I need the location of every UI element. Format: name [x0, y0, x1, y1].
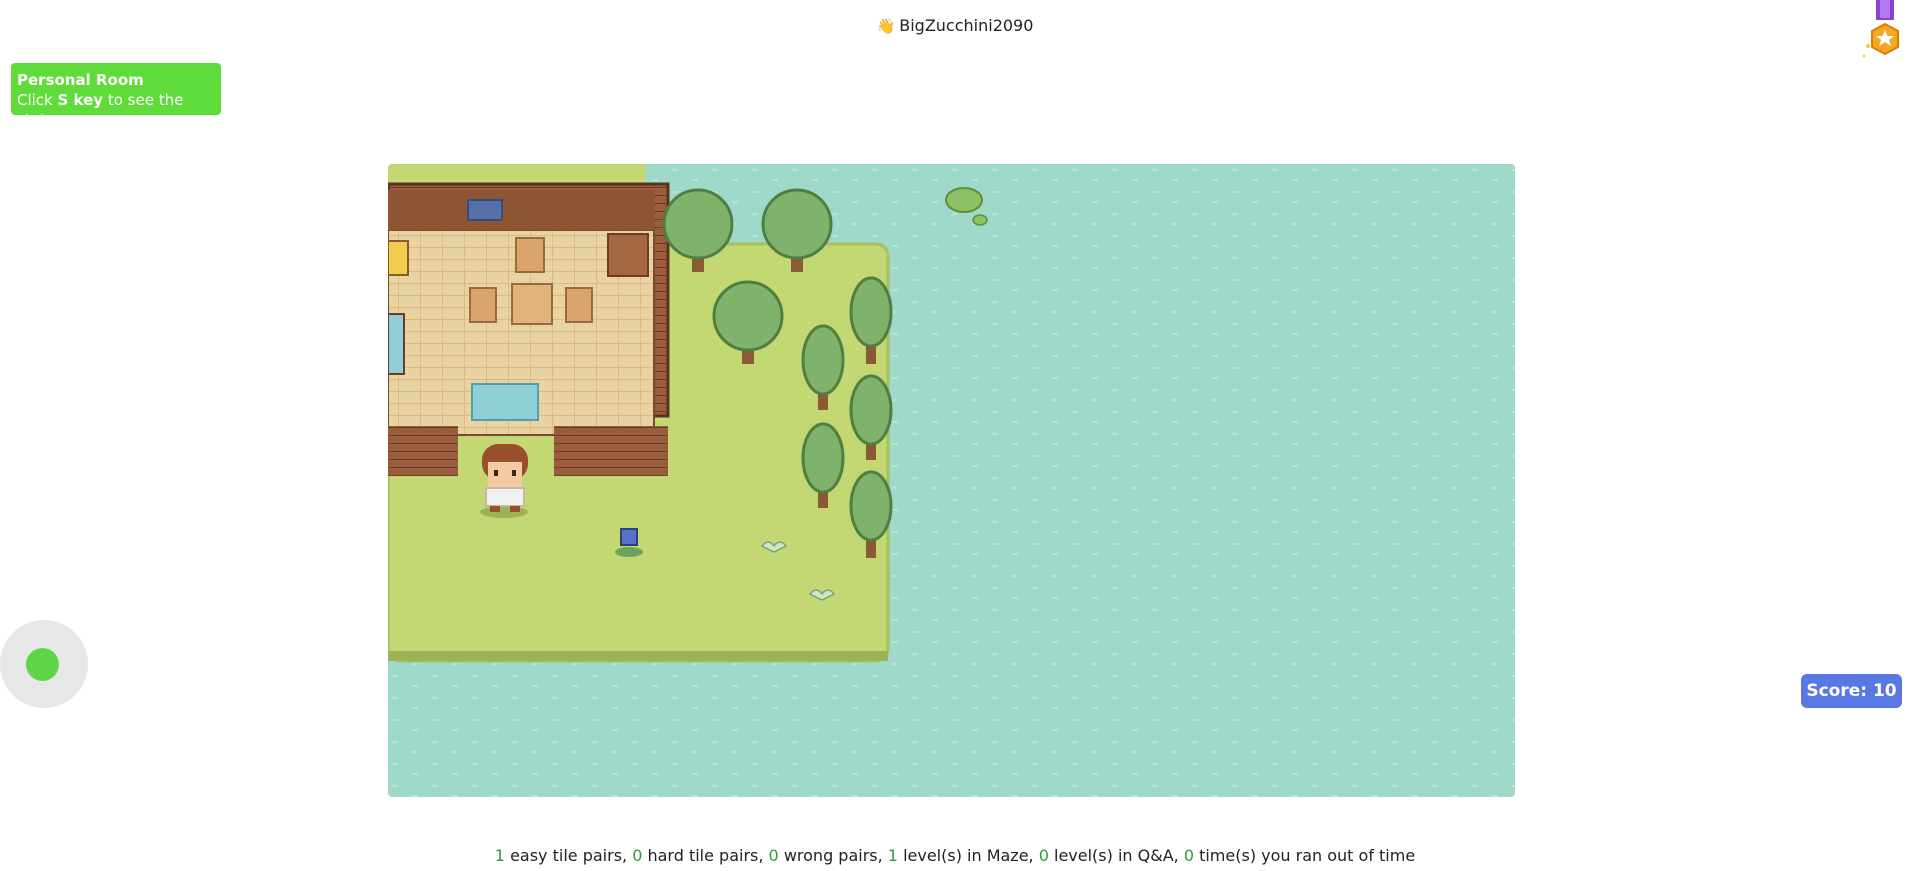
wall-painting [467, 199, 503, 221]
game-canvas[interactable] [388, 164, 1515, 797]
maze-levels-label: level(s) in Maze, [897, 846, 1039, 865]
chair-right [565, 287, 593, 323]
personal-room-badge: Personal Room Click S key to see the sta… [11, 63, 221, 129]
easy-pairs-label: easy tile pairs, [504, 846, 633, 865]
room-hint: Click S key to see the stats [17, 91, 184, 129]
hard-pairs-label: hard tile pairs, [642, 846, 769, 865]
medal-star-icon[interactable] [1850, 0, 1910, 66]
session-stats: 1 easy tile pairs, 0 hard tile pairs, 0 … [0, 846, 1910, 865]
wrong-pairs-label: wrong pairs, [778, 846, 888, 865]
chair-top [515, 237, 545, 273]
hard-pairs-count: 0 [632, 846, 643, 865]
virtual-joystick[interactable] [0, 620, 88, 708]
shelf [388, 240, 409, 276]
score-badge: Score: 10 [1801, 674, 1902, 708]
joystick-knob[interactable] [26, 648, 59, 681]
table [511, 283, 553, 325]
wrong-pairs-count: 0 [768, 846, 779, 865]
bed [388, 313, 405, 375]
player-name-header: 👋 BigZucchini2090 [0, 16, 1910, 35]
timeouts-label: time(s) you ran out of time [1194, 846, 1416, 865]
username: BigZucchini2090 [899, 16, 1034, 35]
qa-levels-label: level(s) in Q&A, [1048, 846, 1184, 865]
house [388, 182, 670, 476]
qa-levels-count: 0 [1038, 846, 1049, 865]
room-title: Personal Room [17, 71, 144, 89]
timeouts-count: 0 [1183, 846, 1194, 865]
rug [471, 383, 539, 421]
chair-left [469, 287, 497, 323]
maze-levels-count: 1 [887, 846, 898, 865]
easy-pairs-count: 1 [494, 846, 505, 865]
dresser [607, 233, 649, 277]
waving-hand-icon: 👋 [876, 17, 896, 35]
